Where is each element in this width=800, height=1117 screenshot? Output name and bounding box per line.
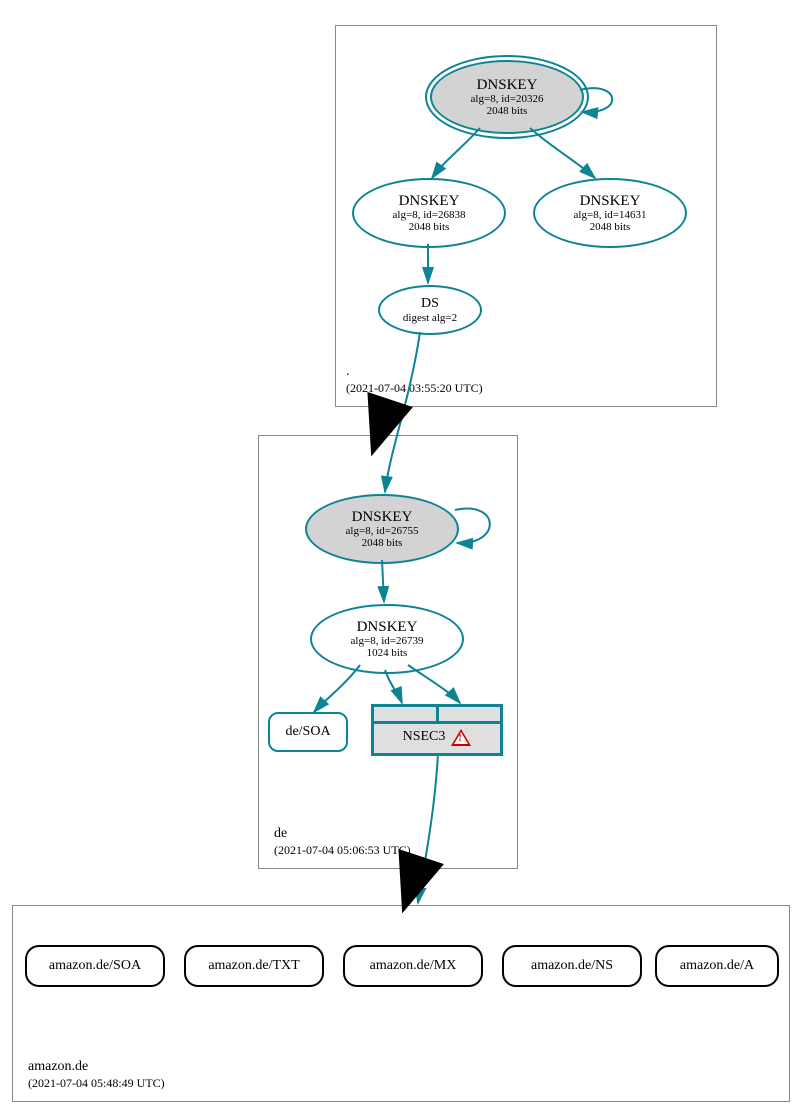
node-sub1: alg=8, id=26739	[351, 635, 424, 647]
ds-node: DS digest alg=2	[378, 285, 482, 335]
node-sub1: alg=8, id=26838	[393, 209, 466, 221]
node-title: DNSKEY	[357, 619, 418, 636]
nsec3-node: NSEC3 !	[371, 704, 503, 756]
node-sub1: alg=8, id=26755	[346, 525, 419, 537]
dnskey-root-zsk2: DNSKEY alg=8, id=14631 2048 bits	[533, 178, 687, 248]
record-label: amazon.de/NS	[531, 958, 613, 974]
nsec3-cell	[439, 707, 501, 721]
node-sub2: 2048 bits	[487, 105, 528, 117]
record-label: amazon.de/SOA	[49, 958, 141, 974]
record-label: amazon.de/A	[680, 958, 754, 974]
dnskey-de-ksk: DNSKEY alg=8, id=26755 2048 bits	[305, 494, 459, 564]
zone-root-name: .	[346, 364, 350, 380]
zone-de-timestamp: (2021-07-04 05:06:53 UTC)	[274, 843, 411, 858]
node-sub2: 2048 bits	[409, 221, 450, 233]
node-sub2: 2048 bits	[362, 537, 403, 549]
node-title: DNSKEY	[399, 193, 460, 210]
dnskey-root-ksk: DNSKEY alg=8, id=20326 2048 bits	[430, 60, 584, 134]
node-title: DNSKEY	[352, 509, 413, 526]
zone-amazon-name: amazon.de	[28, 1059, 88, 1075]
node-sub1: alg=8, id=14631	[574, 209, 647, 221]
de-soa-node: de/SOA	[268, 712, 348, 752]
warning-icon: !	[451, 729, 471, 746]
zone-amazon: amazon.de (2021-07-04 05:48:49 UTC)	[12, 905, 790, 1102]
node-title: DNSKEY	[477, 77, 538, 94]
record-soa: amazon.de/SOA	[25, 945, 165, 987]
zone-amazon-timestamp: (2021-07-04 05:48:49 UTC)	[28, 1076, 165, 1091]
dnskey-de-zsk: DNSKEY alg=8, id=26739 1024 bits	[310, 604, 464, 674]
node-sub2: 1024 bits	[367, 647, 408, 659]
de-soa-label: de/SOA	[285, 724, 330, 740]
node-sub1: digest alg=2	[403, 312, 457, 324]
record-label: amazon.de/MX	[370, 958, 457, 974]
record-a: amazon.de/A	[655, 945, 779, 987]
dnskey-root-zsk1: DNSKEY alg=8, id=26838 2048 bits	[352, 178, 506, 248]
node-title: DS	[421, 296, 439, 311]
record-label: amazon.de/TXT	[208, 958, 299, 974]
record-mx: amazon.de/MX	[343, 945, 483, 987]
zone-root-timestamp: (2021-07-04 03:55:20 UTC)	[346, 381, 483, 396]
record-ns: amazon.de/NS	[502, 945, 642, 987]
nsec3-cell	[374, 707, 439, 721]
record-txt: amazon.de/TXT	[184, 945, 324, 987]
node-sub2: 2048 bits	[590, 221, 631, 233]
zone-de-name: de	[274, 826, 287, 842]
node-title: DNSKEY	[580, 193, 641, 210]
nsec3-label: NSEC3	[403, 729, 446, 745]
node-sub1: alg=8, id=20326	[471, 93, 544, 105]
